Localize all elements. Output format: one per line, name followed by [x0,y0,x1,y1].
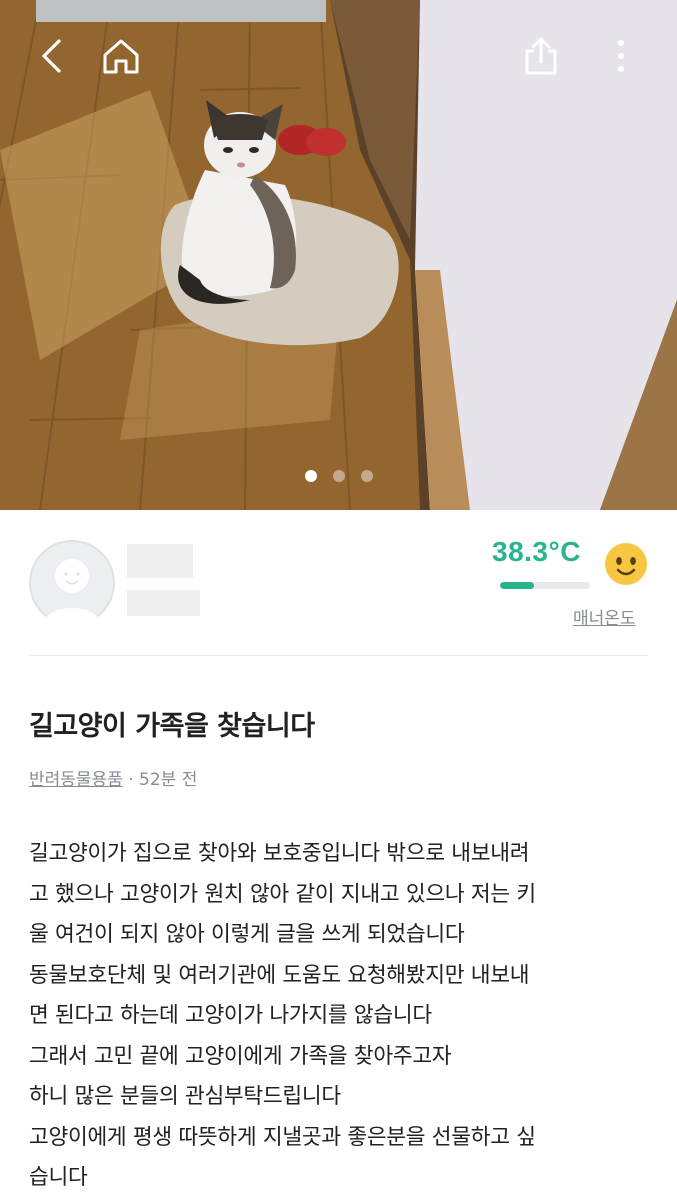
default-avatar-icon [42,559,102,626]
post-photo[interactable] [0,0,677,510]
post-body-line: 동물보호단체 및 여러기관에 도움도 요청해봤지만 내보내 [29,962,530,988]
manner-temperature-fill [500,582,535,589]
chevron-left-icon [42,39,61,73]
more-button[interactable] [597,32,645,80]
top-app-bar [0,0,677,110]
back-button[interactable] [27,32,75,80]
post-body-line: 습니다 [29,1165,88,1190]
manner-temperature-link[interactable]: 매너온도 [573,604,636,629]
post-title: 길고양이 가족을 찾습니다 [29,711,315,742]
manner-temperature-bar [500,582,590,589]
post-body-line: 길고양이가 집으로 찾아와 보호중입니다 밖으로 내보내려 [29,841,530,866]
post-body: 길고양이가 집으로 찾아와 보호중입니다 밖으로 내보내려 고 했으나 고양이가… [29,834,649,1199]
post-body-line: 하니 많은 분들의 관심부탁드립니다 [29,1084,341,1109]
share-icon [525,37,557,75]
post-meta: 반려동물용품 · 52분 전 [29,765,197,790]
home-icon [103,39,139,74]
post-time: · 52분 전 [122,770,198,790]
page-dot-1[interactable] [304,470,317,482]
page-dot-2[interactable] [332,470,345,482]
share-button[interactable] [517,32,565,80]
more-vertical-icon [618,40,624,72]
post-category-link[interactable]: 반려동물용품 [29,770,123,790]
photo-page-indicator [0,470,677,482]
redacted-nickname [127,544,193,578]
smiley-face-icon [605,543,647,585]
redacted-region [127,590,200,616]
divider [29,655,648,656]
post-body-line: 울 여건이 되지 않아 이렇게 글을 쓰게 되었습니다 [29,922,465,947]
page-dot-3[interactable] [360,470,373,482]
home-button[interactable] [97,32,145,80]
seller-profile: 38.3°C 매너온도 [0,510,677,656]
post-body-line: 고 했으나 고양이가 원치 않아 같이 지내고 있으나 저는 키 [29,881,536,907]
post-body-line: 면 된다고 하는데 고양이가 나가지를 않습니다 [29,1003,432,1028]
post-body-line: 고양이에게 평생 따뜻하게 지낼곳과 좋은분을 선물하고 싶 [29,1124,536,1150]
avatar[interactable] [29,540,115,626]
post-body-line: 그래서 고민 끝에 고양이에게 가족을 찾아주고자 [29,1043,452,1069]
manner-temperature: 38.3°C [492,536,581,567]
